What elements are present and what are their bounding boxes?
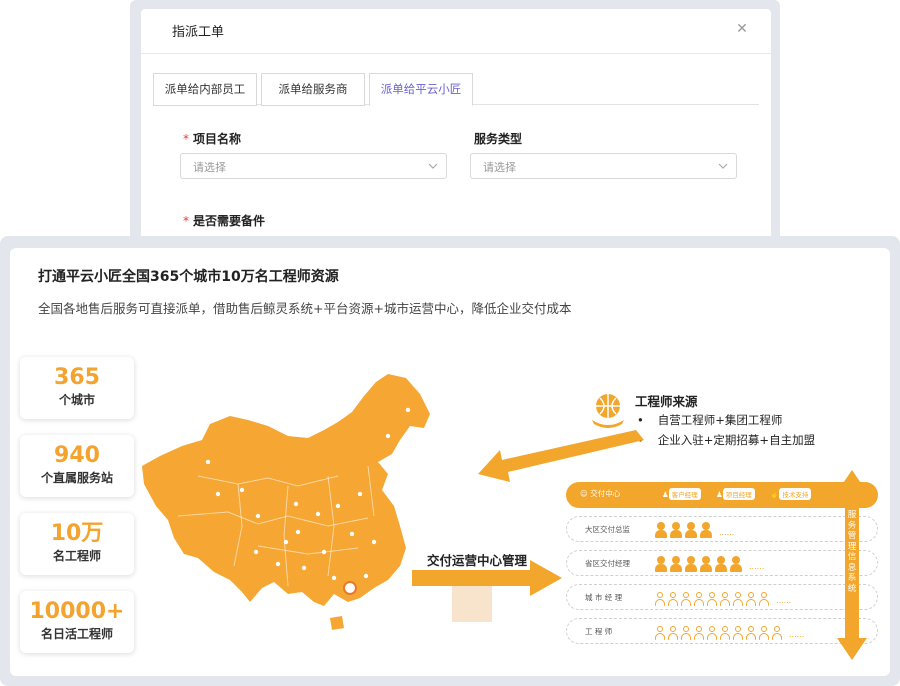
info-system-label: 服务管理信息系统 [847,510,857,594]
service-type-placeholder: 请选择 [483,161,516,174]
highlight-marker [343,581,357,595]
china-map-illustration [142,374,430,630]
tab-service-provider[interactable]: 派单给服务商 [261,73,365,106]
stat-number: 365 [54,365,100,390]
delivery-center-bar: ☺ 交付中心 ♟ 客户经理 ♟ 项目经理 ✋ 技术支持 [566,482,878,508]
tab-pingyun-craftsman[interactable]: 派单给平云小匠 [369,73,473,106]
arrow-left-icon [478,430,644,482]
tier-engineer: 工 程 师 ...... [566,618,878,644]
stat-daily-active: 10000+ 名日活工程师 [20,591,134,653]
need-parts-label: * 是否需要备件 [183,214,266,228]
close-icon[interactable]: ✕ [735,22,749,36]
tier-name: 省区交付经理 [585,559,630,568]
tier-name: 工 程 师 [585,627,613,636]
stat-number: 10000+ [29,599,125,624]
stat-label: 个直属服务站 [40,471,113,485]
tier-provincial-manager: 省区交付经理 ...... [566,550,878,576]
promo-card: 打通平云小匠全国365个城市10万名工程师资源 全国各地售后服务可直接派单，借助… [10,248,890,676]
customer-manager-pill: ♟ 客户经理 [662,488,701,500]
project-name-label: * 项目名称 [183,132,242,146]
tier-people: ...... [655,624,804,640]
dialog-title: 指派工单 [172,25,225,40]
tier-people: ...... [655,522,734,538]
assign-order-dialog: 指派工单 ✕ 派单给内部员工 派单给服务商 派单给平云小匠 * 项目名称 请选择 … [141,9,771,249]
service-type-select[interactable]: 请选择 [470,153,737,179]
tab-bar: 派单给内部员工 派单给服务商 派单给平云小匠 [153,73,759,106]
stat-label: 名日活工程师 [40,627,113,641]
tech-support-pill: ✋ 技术支持 [770,488,812,500]
promo-subtitle: 全国各地售后服务可直接派单，借助售后鲸灵系统+平台资源+城市运营中心，降低企业交… [38,301,572,316]
project-manager-pill: ♟ 项目经理 [716,488,755,500]
globe-hand-icon [592,394,624,428]
tier-people: ...... [655,590,791,606]
tier-regional-director: 大区交付总监 ...... [566,516,878,542]
stat-engineers: 10万 名工程师 [20,513,134,575]
project-name-select[interactable]: 请选择 [180,153,447,179]
stat-service-stations: 940 个直属服务站 [20,435,134,497]
stat-label: 个城市 [58,393,95,407]
engineer-source-list: 自营工程师+集团工程师 企业入驻+定期招募+自主加盟 [637,410,815,450]
promo-title: 打通平云小匠全国365个城市10万名工程师资源 [38,269,339,285]
tier-name: 城 市 经 理 [585,593,623,602]
hainan-island [330,616,344,630]
stat-label: 名工程师 [52,549,101,563]
service-type-label: 服务类型 [474,132,523,146]
stat-cities: 365 个城市 [20,357,134,419]
engineer-source-title: 工程师来源 [635,394,698,409]
chevron-down-icon [718,163,728,169]
tier-people: ...... [655,556,764,572]
delivery-center-label: ☺ 交付中心 [580,489,621,498]
project-name-placeholder: 请选择 [193,161,226,174]
tier-name: 大区交付总监 [585,525,630,534]
list-item: 企业入驻+定期招募+自主加盟 [637,430,815,450]
list-item: 自营工程师+集团工程师 [637,410,815,430]
arrow-right-icon [412,560,562,622]
map-shape [142,374,430,606]
chevron-down-icon [428,163,438,169]
stat-number: 940 [54,443,100,468]
stat-number: 10万 [50,521,104,546]
tier-city-manager: 城 市 经 理 ...... [566,584,878,610]
tab-internal-staff[interactable]: 派单给内部员工 [153,73,257,106]
divider [141,53,771,54]
